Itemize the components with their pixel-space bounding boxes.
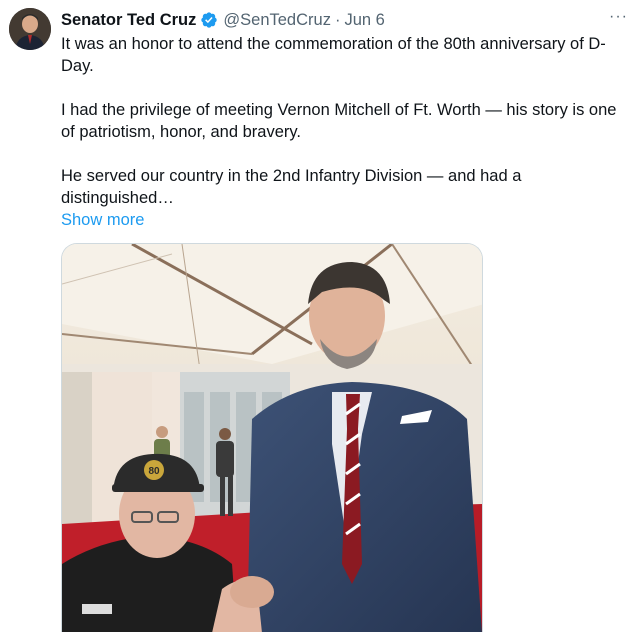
- avatar[interactable]: [9, 8, 51, 50]
- verified-badge-icon: [201, 12, 218, 28]
- avatar-image: [9, 8, 51, 50]
- more-options-icon[interactable]: ···: [609, 8, 628, 26]
- tweet-header: Senator Ted Cruz @SenTedCruz · Jun 6: [61, 9, 620, 31]
- author-name[interactable]: Senator Ted Cruz: [61, 11, 196, 30]
- cap-emblem-text: 80: [148, 466, 160, 477]
- tweet-date[interactable]: Jun 6: [344, 11, 384, 30]
- author-handle[interactable]: @SenTedCruz: [223, 11, 331, 30]
- tweet-paragraph-1: It was an honor to attend the commemorat…: [61, 35, 606, 75]
- tweet-text: It was an honor to attend the commemorat…: [61, 33, 633, 231]
- tweet-photo[interactable]: 80: [61, 243, 483, 632]
- photo-illustration: 80: [62, 244, 482, 632]
- tweet-paragraph-3: He served our country in the 2nd Infantr…: [61, 167, 522, 207]
- tweet-paragraph-2: I had the privilege of meeting Vernon Mi…: [61, 101, 617, 141]
- header-separator: ·: [334, 10, 341, 29]
- show-more-link[interactable]: Show more: [61, 209, 144, 231]
- tweet[interactable]: Senator Ted Cruz @SenTedCruz · Jun 6 ···…: [0, 0, 640, 632]
